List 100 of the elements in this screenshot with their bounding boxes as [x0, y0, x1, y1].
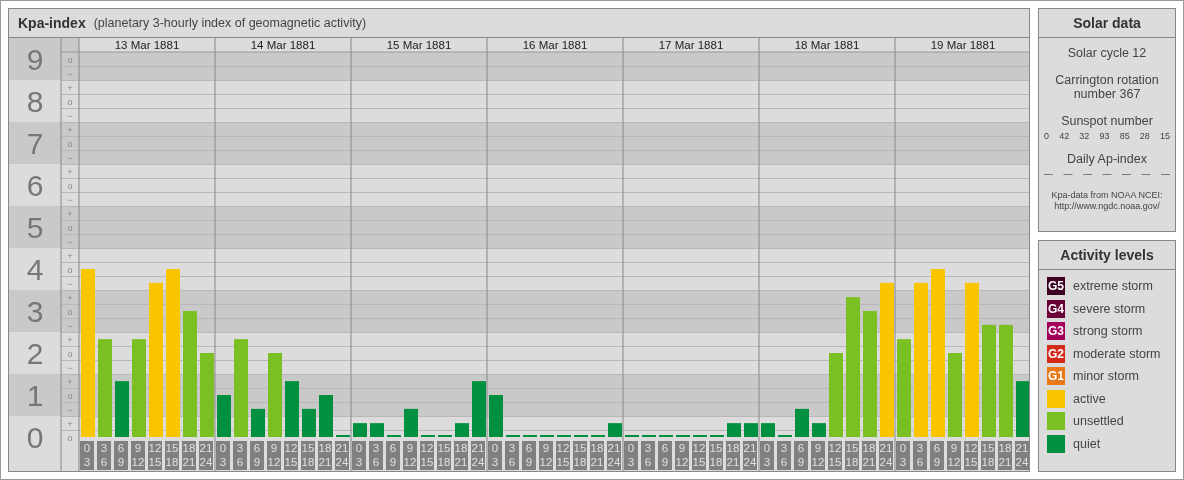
hour-range-label: 15 18 — [845, 441, 859, 470]
hour-range-label: 3 6 — [779, 441, 789, 470]
kp-axis-label: 2 — [26, 337, 44, 370]
date-label: 19 Mar 1881 — [930, 39, 996, 51]
level-label: active — [1073, 391, 1106, 406]
kp-bar — [251, 408, 265, 437]
minor-tick-label: + — [67, 292, 73, 303]
hour-range-label: 15 18 — [437, 441, 451, 470]
hour-range-label: 21 24 — [607, 441, 621, 470]
minor-tick-label: − — [67, 194, 73, 205]
hour-range-label: 15 18 — [165, 441, 179, 470]
kp-bar — [404, 408, 418, 437]
hour-range-label: 21 24 — [879, 441, 893, 470]
ap-index-value: — — [1141, 169, 1151, 179]
kp-bar — [812, 423, 826, 437]
level-label: severe storm — [1073, 301, 1146, 316]
kp-axis-label: 3 — [26, 295, 44, 328]
hour-range-label: 12 15 — [828, 441, 842, 470]
kp-bar — [761, 423, 775, 437]
minor-tick-label: + — [67, 376, 73, 387]
ap-index-value: — — [1083, 169, 1092, 179]
kp-bar — [370, 423, 384, 437]
minor-tick-label: + — [67, 334, 73, 345]
hour-range-label: 12 15 — [284, 441, 298, 470]
kp-bar — [285, 381, 299, 437]
hour-range-label: 6 9 — [524, 441, 534, 470]
hour-range-label: 0 3 — [762, 441, 772, 470]
hour-range-label: 18 21 — [862, 441, 876, 470]
hour-range-label: 18 21 — [590, 441, 604, 470]
kp-axis-label: 1 — [26, 379, 44, 412]
hour-range-label: 18 21 — [454, 441, 468, 470]
hour-range-label: 15 18 — [301, 441, 315, 470]
level-label: minor storm — [1073, 369, 1139, 383]
level-label: strong storm — [1073, 324, 1143, 338]
kp-axis-label: 4 — [26, 253, 44, 286]
sunspot-value: 93 — [1099, 131, 1110, 141]
minor-tick-label: + — [67, 418, 73, 429]
hour-range-label: 9 12 — [539, 441, 553, 470]
hour-range-label: 21 24 — [743, 441, 757, 470]
date-label: 15 Mar 1881 — [386, 39, 452, 51]
minor-tick-label: + — [67, 124, 73, 135]
sunspot-label: Sunspot number — [1061, 114, 1153, 128]
hour-range-label: 21 24 — [1015, 441, 1029, 470]
minor-tick-label: o — [67, 264, 73, 275]
hour-range-label: 21 24 — [335, 441, 349, 470]
hour-range-label: 3 6 — [915, 441, 925, 470]
level-swatch: G5 — [1047, 277, 1065, 295]
hour-range-label: 9 12 — [131, 441, 145, 470]
level-label: extreme storm — [1073, 279, 1153, 293]
hour-range-label: 3 6 — [643, 441, 653, 470]
hour-range-label: 6 9 — [116, 441, 126, 470]
ap-index-value: — — [1044, 169, 1053, 179]
kp-axis-label: 0 — [26, 421, 44, 454]
hour-range-label: 15 18 — [573, 441, 587, 470]
minor-tick-label: − — [67, 404, 73, 415]
hour-range-label: 3 6 — [507, 441, 517, 470]
level-label: unsettled — [1073, 414, 1124, 428]
hour-range-label: 3 6 — [99, 441, 109, 470]
minor-tick-label: o — [67, 180, 73, 191]
hour-range-label: 9 12 — [947, 441, 961, 470]
kp-axis-label: 7 — [26, 127, 44, 160]
minor-tick-label: + — [67, 82, 73, 93]
hour-range-label: 3 6 — [371, 441, 381, 470]
hour-range-label: 9 12 — [267, 441, 281, 470]
minor-tick-label: − — [67, 110, 73, 121]
kp-axis-label: 9 — [26, 43, 44, 76]
hour-range-label: 18 21 — [998, 441, 1012, 470]
hour-range-label: 9 12 — [811, 441, 825, 470]
hour-range-label: 12 15 — [556, 441, 570, 470]
kp-bar — [608, 423, 622, 437]
hour-range-label: 0 3 — [82, 441, 92, 470]
chart-title: Kpa-index — [18, 15, 86, 31]
hour-range-label: 15 18 — [981, 441, 995, 470]
kp-bar — [353, 423, 367, 437]
kp-bar — [1016, 381, 1029, 437]
minor-tick-label: + — [67, 208, 73, 219]
panel-title: Activity levels — [1039, 241, 1175, 270]
hour-range-label: 3 6 — [235, 441, 245, 470]
kp-bar — [472, 381, 486, 437]
chart-subtitle: (planetary 3-hourly index of geomagnetic activity) — [93, 16, 367, 30]
hour-range-label: 12 15 — [692, 441, 706, 470]
hour-range-label: 0 3 — [218, 441, 228, 470]
rotation-text: Carrington rotation number 367 — [1054, 73, 1160, 101]
ap-index-label: Daily Ap-index — [1067, 152, 1147, 166]
sunspot-value: 32 — [1079, 131, 1090, 141]
sunspot-value: 15 — [1159, 131, 1170, 141]
hour-range-label: 21 24 — [199, 441, 213, 470]
level-swatch: G3 — [1047, 322, 1065, 340]
kp-bar — [455, 423, 469, 437]
ap-index-value: — — [1102, 169, 1112, 179]
hour-range-label: 18 21 — [318, 441, 332, 470]
ap-index-value: — — [1063, 169, 1073, 179]
level-label: quiet — [1073, 436, 1101, 451]
sunspot-value: 28 — [1139, 131, 1150, 141]
level-label: moderate storm — [1073, 346, 1161, 361]
hour-range-label: 18 21 — [726, 441, 740, 470]
date-label: 16 Mar 1881 — [522, 39, 588, 51]
hour-range-label: 0 3 — [490, 441, 500, 470]
minor-tick-label: o — [67, 96, 73, 107]
hour-range-label: 9 12 — [675, 441, 689, 470]
